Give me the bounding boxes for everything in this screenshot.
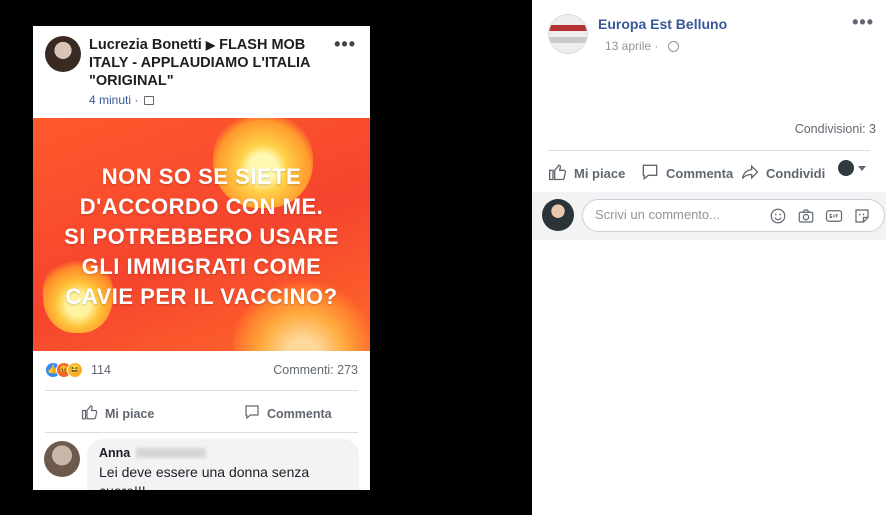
more-options-icon: ••• (334, 34, 356, 54)
screenshot-post-title: Lucrezia Bonetti ▶ FLASH MOB ITALY - APP… (89, 36, 329, 90)
author-name: Lucrezia Bonetti (89, 37, 202, 53)
facebook-post-viewer: Lucrezia Bonetti ▶ FLASH MOB ITALY - APP… (0, 0, 886, 515)
post-time-label: 4 minuti (89, 93, 132, 107)
image-caption-line: NON SO SE SIETE (101, 164, 302, 189)
sticker-icon[interactable] (853, 207, 871, 225)
reactions-count: 114 (91, 363, 111, 377)
user-avatar-icon (838, 160, 854, 176)
commenter-first-name: Anna (99, 446, 131, 460)
haha-reaction-icon: 😆 (67, 362, 83, 378)
current-user-avatar (542, 199, 574, 231)
redacted-surname (135, 448, 206, 458)
audience-selector[interactable] (838, 160, 866, 176)
comment-label: Commenta (267, 407, 332, 421)
comment-bubble: Anna Lei deve essere una donna senza cuo… (87, 439, 359, 490)
page-avatar-stripe (549, 37, 587, 43)
share-button[interactable]: Condividi (740, 162, 825, 182)
comment-input-wrapper (582, 199, 885, 232)
post-image: NON SO SE SIETE D'ACCORDO CON ME. SI POT… (33, 118, 370, 351)
comment-bubble-icon (642, 164, 658, 181)
comment-composer (532, 192, 886, 240)
gif-icon[interactable] (825, 207, 843, 225)
post-detail-panel: Europa Est Belluno 13 aprile · ••• Condi… (532, 0, 886, 515)
like-button[interactable]: Mi piace (548, 162, 625, 182)
comment-input[interactable] (595, 207, 755, 222)
post-time: 4 minuti · (89, 93, 154, 107)
image-caption-line: SI POTREBBERO USARE (64, 224, 339, 249)
image-caption-line: CAVIE PER IL VACCINO? (65, 284, 338, 309)
commenter-name: Anna (99, 446, 347, 460)
globe-icon (667, 41, 679, 52)
post-date-link[interactable]: 13 aprile (605, 39, 651, 53)
image-caption-line: GLI IMMIGRATI COME (81, 254, 322, 279)
shared-screenshot: Lucrezia Bonetti ▶ FLASH MOB ITALY - APP… (33, 26, 370, 490)
comment-button-label: Commenta (666, 166, 734, 181)
page-avatar[interactable] (548, 14, 588, 54)
divider (548, 150, 870, 151)
arrow-icon: ▶ (205, 38, 216, 52)
thumbs-up-icon (549, 164, 567, 181)
screenshot-post-header: Lucrezia Bonetti ▶ FLASH MOB ITALY - APP… (33, 26, 370, 118)
screenshot-like-button: Mi piace (81, 403, 154, 421)
image-caption-line: D'ACCORDO CON ME. (79, 194, 324, 219)
comment-text: Lei deve essere una donna senza cuore!!! (99, 464, 310, 490)
page-name-link[interactable]: Europa Est Belluno (598, 16, 727, 32)
like-label: Mi piace (105, 407, 155, 421)
caret-down-icon (858, 166, 866, 171)
post-date: 13 aprile · (605, 39, 679, 53)
reaction-stats: 👍 😡 😆 114 Commenti: 273 (45, 351, 358, 391)
screenshot-comment: Anna Lei deve essere una donna senza cuo… (33, 433, 370, 490)
page-avatar-stripe (549, 25, 587, 31)
share-button-label: Condividi (766, 166, 826, 181)
post-actions: Mi piace Commenta Condividi (548, 158, 874, 186)
screenshot-post-actions: Mi piace Commenta (45, 391, 358, 433)
share-arrow-icon (741, 164, 759, 180)
commenter-avatar (44, 441, 80, 477)
emoji-icon[interactable] (769, 207, 787, 225)
author-avatar (45, 36, 81, 72)
comment-button[interactable]: Commenta (640, 162, 733, 182)
thumbs-up-icon (81, 405, 98, 420)
screenshot-comment-button: Commenta (243, 403, 332, 421)
image-caption: NON SO SE SIETE D'ACCORDO CON ME. SI POT… (33, 162, 370, 312)
audience-icon (143, 96, 154, 105)
comment-bubble-icon (245, 405, 259, 420)
camera-icon[interactable] (797, 207, 815, 225)
more-options-button[interactable]: ••• (852, 12, 874, 33)
like-button-label: Mi piace (574, 166, 626, 181)
shares-count[interactable]: Condivisioni: 3 (795, 122, 876, 136)
photo-viewer[interactable]: Lucrezia Bonetti ▶ FLASH MOB ITALY - APP… (0, 0, 532, 515)
comments-count: Commenti: 273 (273, 363, 358, 377)
